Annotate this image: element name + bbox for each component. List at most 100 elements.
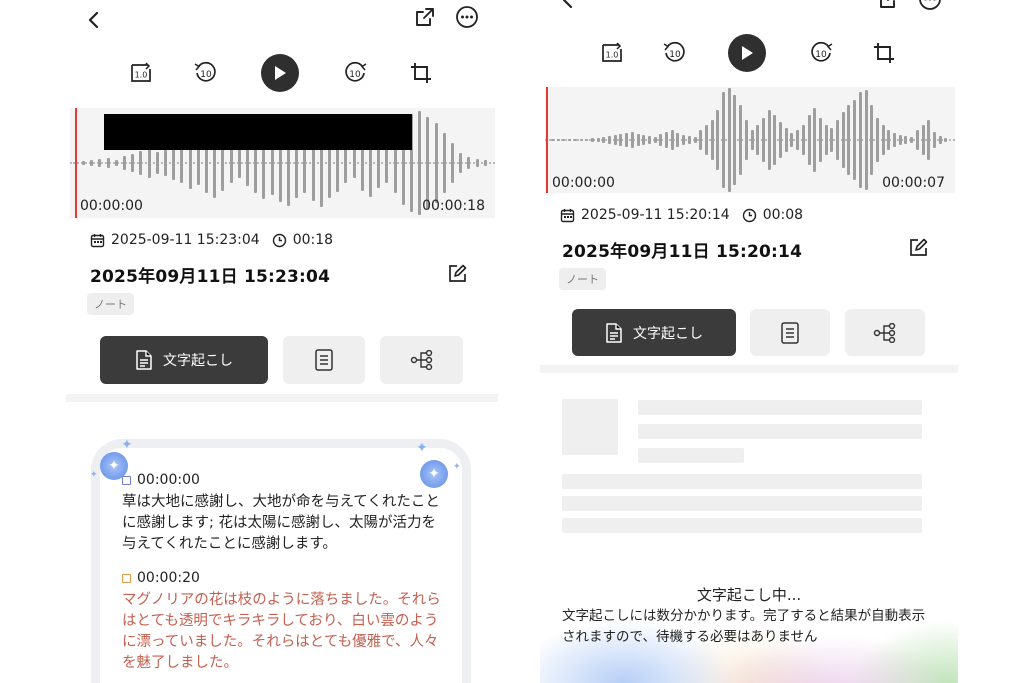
note-tag[interactable]: ノート — [87, 293, 134, 315]
waveform-bar — [750, 130, 754, 150]
recording-meta: 2025-09-11 15:20:14 00:08 — [560, 207, 803, 223]
back-icon[interactable] — [80, 6, 108, 34]
waveform-start-time: 00:00:00 — [552, 175, 615, 191]
waveform-bar — [761, 118, 765, 162]
waveform[interactable]: 00:00:00 00:00:07 — [545, 87, 955, 193]
segment-timestamp: 00:00:00 — [122, 472, 442, 488]
section-divider — [540, 365, 958, 373]
waveform-end-time: 00:00:18 — [422, 198, 485, 214]
waveform-bar — [147, 148, 151, 178]
waveform-bar — [625, 133, 629, 147]
share-icon[interactable] — [412, 4, 438, 30]
waveform-bar — [938, 136, 942, 144]
transcript-tab-button[interactable]: 文字起こし — [100, 336, 268, 384]
waveform-bar — [716, 110, 720, 170]
waveform-bar — [790, 133, 794, 147]
waveform-bar — [579, 139, 583, 141]
calendar-icon — [90, 233, 105, 247]
segment-time: 00:00:00 — [137, 472, 200, 488]
waveform-bar — [915, 130, 919, 150]
sparkle-icon: ✦ — [453, 462, 461, 472]
forward-label: 10 — [815, 50, 827, 60]
speed-label: 1.0 — [135, 71, 148, 80]
waveform-bar — [451, 143, 454, 183]
recording-datetime: 2025-09-11 15:23:04 — [111, 232, 260, 248]
waveform[interactable]: 00:00:00 00:00:18 — [70, 108, 495, 218]
document-icon — [606, 322, 622, 343]
transcript-segment[interactable]: 00:00:00 草は大地に感謝し、大地が命を与えてくれたことに感謝します; 花… — [122, 472, 442, 555]
recording-datetime: 2025-09-11 15:20:14 — [581, 207, 730, 223]
segment-marker-icon — [122, 573, 131, 583]
playback-speed-button[interactable]: 1.0 — [598, 40, 626, 66]
waveform-bar — [893, 133, 896, 147]
rewind-label: 10 — [200, 70, 212, 80]
waveform-bar — [556, 139, 560, 141]
summary-tab-button[interactable] — [750, 309, 830, 356]
waveform-bar — [921, 125, 925, 155]
mindmap-icon — [873, 322, 896, 343]
rewind-label: 10 — [669, 50, 681, 60]
waveform-bar — [123, 156, 126, 170]
left-screen: 1.0 10 10 00:00:00 00:00:18 2025-09-11 1… — [66, 0, 498, 683]
waveform-bar — [164, 150, 167, 176]
more-icon[interactable] — [917, 0, 943, 12]
waveform-bar — [172, 146, 176, 180]
back-icon[interactable] — [554, 0, 582, 14]
waveform-bar — [676, 133, 680, 147]
recording-title: 2025年09月11日 15:20:14 — [562, 242, 803, 262]
waveform-bar — [756, 125, 760, 155]
waveform-bar — [619, 134, 623, 146]
waveform-bar — [870, 105, 874, 175]
document-icon — [136, 350, 152, 370]
recording-duration: 00:08 — [762, 207, 804, 223]
waveform-bar — [767, 110, 771, 170]
skeleton-line — [562, 496, 922, 511]
waveform-bar — [653, 137, 657, 143]
waveform-bar — [847, 105, 851, 175]
waveform-bar — [704, 125, 708, 155]
waveform-bar — [836, 120, 839, 160]
waveform-bar — [818, 118, 822, 162]
waveform-bar — [841, 112, 845, 168]
rewind-10-button[interactable]: 10 — [660, 40, 688, 66]
waveform-end-time: 00:00:07 — [882, 175, 945, 191]
waveform-bar — [727, 88, 731, 192]
segment-timestamp: 00:00:20 — [122, 570, 442, 586]
play-button[interactable] — [261, 54, 299, 92]
play-button[interactable] — [728, 34, 766, 72]
waveform-bar — [562, 139, 566, 141]
note-tag[interactable]: ノート — [559, 268, 606, 290]
waveform-bar — [647, 136, 651, 144]
waveform-bar — [670, 130, 674, 150]
playback-speed-button[interactable]: 1.0 — [127, 60, 155, 86]
waveform-bar — [237, 148, 241, 178]
waveform-bar — [779, 122, 782, 158]
edit-title-icon[interactable] — [445, 262, 469, 286]
waveform-bar — [98, 159, 102, 167]
waveform-bar — [459, 153, 463, 173]
transcript-tab-button[interactable]: 文字起こし — [572, 309, 736, 356]
playhead[interactable] — [546, 87, 548, 193]
rewind-10-button[interactable]: 10 — [191, 60, 219, 86]
waveform-bar — [693, 137, 697, 143]
more-icon[interactable] — [454, 4, 480, 30]
crop-button[interactable] — [407, 60, 435, 86]
playhead[interactable] — [75, 108, 77, 218]
summary-tab-button[interactable] — [283, 336, 365, 384]
waveform-bar — [82, 161, 85, 165]
waveform-bar — [585, 139, 589, 141]
forward-10-button[interactable]: 10 — [808, 40, 836, 66]
waveform-bar — [722, 92, 725, 188]
share-icon[interactable] — [876, 0, 902, 12]
processing-message: 文字起こしには数分かかります。完了すると結果が自動表示されますので、待機する必要… — [562, 608, 926, 645]
mindmap-tab-button[interactable] — [380, 336, 463, 384]
waveform-bar — [590, 138, 594, 142]
edit-title-icon[interactable] — [906, 236, 930, 260]
mindmap-tab-button[interactable] — [845, 309, 925, 356]
crop-button[interactable] — [870, 40, 898, 66]
sparkle-icon: ✦ — [121, 437, 133, 453]
forward-label: 10 — [349, 70, 361, 80]
forward-10-button[interactable]: 10 — [342, 60, 370, 86]
transcript-segment[interactable]: 00:00:20 マグノリアの花は枝のように落ちました。それらはとても透明でキラ… — [122, 570, 442, 674]
waveform-bar — [106, 158, 110, 168]
